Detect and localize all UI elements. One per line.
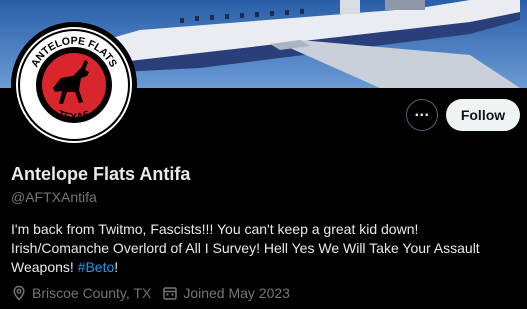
profile-meta: Briscoe County, TX Joined May 2023 [11,285,301,301]
profile-name: Antelope Flats Antifa [11,164,191,184]
bio-end: ! [114,259,119,275]
calendar-icon [163,287,178,300]
more-icon: ... [414,103,430,120]
location-text: Briscoe County, TX [32,285,152,301]
profile-handle: @AFTXAntifa [11,189,97,205]
profile-bio: I'm back from Twitmo, Fascists!!! You ca… [11,220,516,277]
follow-button[interactable]: Follow [446,99,520,131]
avatar[interactable]: ANTELOPE FLATS TEXAS [11,22,137,148]
location-pin-icon [13,285,25,301]
joined-text: Joined May 2023 [183,285,290,301]
location-item: Briscoe County, TX [11,285,151,301]
bio-hashtag-link[interactable]: #Beto [78,259,115,275]
more-options-button[interactable]: ... [406,99,438,131]
joined-item: Joined May 2023 [162,285,290,301]
antifa-logo-icon: ANTELOPE FLATS TEXAS [16,27,132,143]
